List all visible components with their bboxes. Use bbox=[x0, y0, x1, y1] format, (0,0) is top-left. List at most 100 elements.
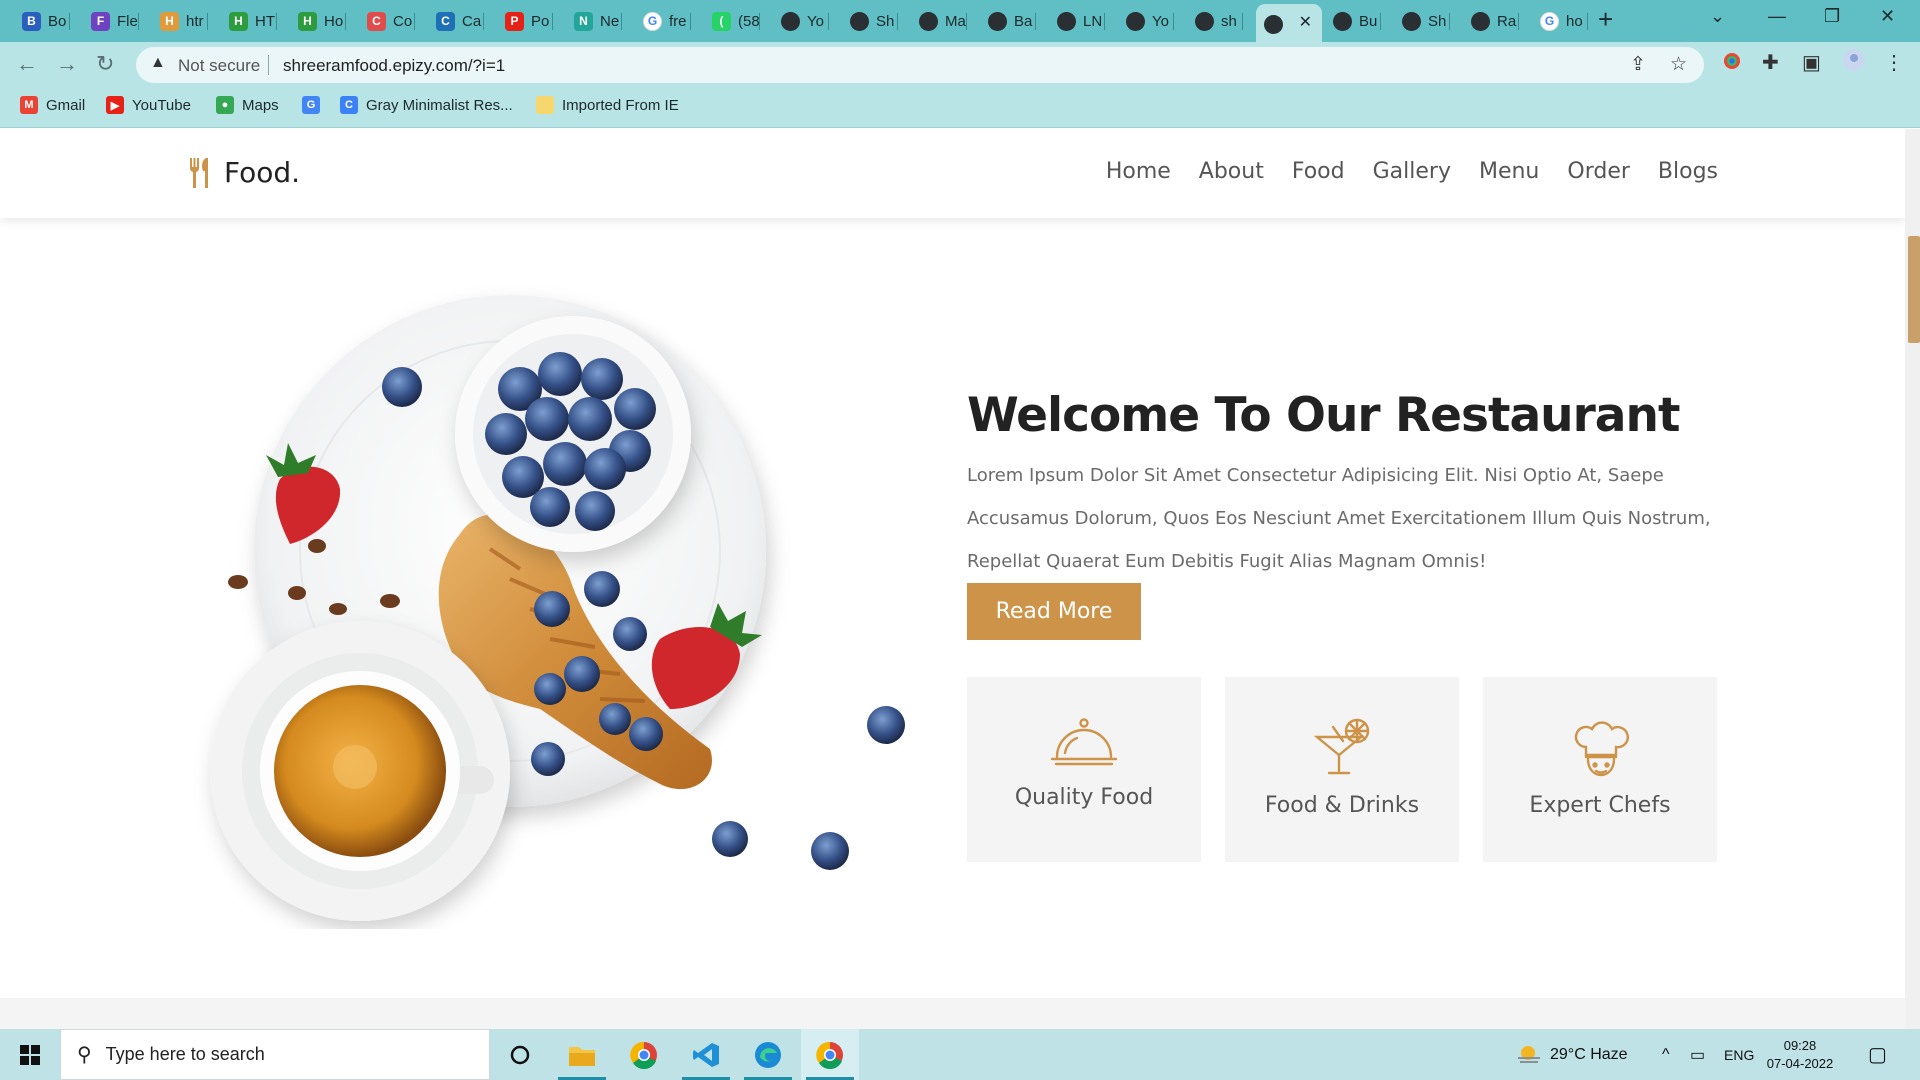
browser-tab[interactable]: Yo bbox=[773, 6, 829, 36]
nav-order[interactable]: Order bbox=[1567, 159, 1630, 184]
nav-gallery[interactable]: Gallery bbox=[1373, 159, 1451, 184]
browser-tab[interactable]: ((58 bbox=[704, 6, 760, 36]
back-icon[interactable]: ← bbox=[16, 51, 38, 77]
browser-tab[interactable]: sh bbox=[1187, 6, 1243, 36]
reload-icon[interactable]: ↻ bbox=[96, 51, 114, 77]
tab-title: htr bbox=[186, 12, 204, 30]
tab-title: Ne bbox=[600, 12, 620, 30]
tab-title: fre bbox=[669, 12, 687, 30]
browser-tab[interactable]: B Bo bbox=[14, 6, 70, 36]
feature-label: Expert Chefs bbox=[1529, 793, 1671, 818]
close-window-button[interactable]: ✕ bbox=[1880, 6, 1895, 27]
tab-separator bbox=[1518, 13, 1519, 30]
tab-title: Sh bbox=[1428, 12, 1447, 30]
taskbar-file-explorer[interactable] bbox=[553, 1029, 611, 1080]
start-button[interactable] bbox=[1, 1029, 59, 1080]
browser-tab[interactable]: Hhtr bbox=[152, 6, 208, 36]
browser-tab[interactable]: Sh bbox=[842, 6, 898, 36]
nav-blogs[interactable]: Blogs bbox=[1658, 159, 1718, 184]
browser-tab[interactable]: H HT bbox=[221, 6, 277, 36]
nav-home[interactable]: Home bbox=[1106, 159, 1171, 184]
main-nav: Home About Food Gallery Menu Order Blogs bbox=[1106, 159, 1718, 184]
browser-tab[interactable]: C Ca bbox=[428, 6, 484, 36]
profile-avatar[interactable] bbox=[1842, 48, 1866, 78]
tab-strip: B Bo F Fle Hhtr H HT H Ho C Co C Ca P Po N Ne Gfre ((58 Yo S… bbox=[0, 0, 1920, 42]
bookmark-item[interactable]: ● Maps bbox=[216, 96, 279, 114]
language-indicator[interactable]: ENG bbox=[1724, 1029, 1754, 1080]
taskbar-chrome[interactable] bbox=[615, 1029, 673, 1080]
new-tab-button[interactable]: + bbox=[1598, 6, 1613, 32]
bookmark-item[interactable]: M Gmail bbox=[20, 96, 85, 114]
nav-about[interactable]: About bbox=[1199, 159, 1264, 184]
address-bar[interactable]: ▲ Not secure shreeramfood.epizy.com/?i=1… bbox=[136, 47, 1704, 83]
taskbar-search[interactable]: ⚲ Type here to search bbox=[60, 1029, 490, 1080]
taskbar-edge[interactable] bbox=[739, 1029, 797, 1080]
browser-tab[interactable]: C Co bbox=[359, 6, 415, 36]
edge-icon bbox=[755, 1041, 781, 1068]
tab-title: Ra bbox=[1497, 12, 1517, 30]
nav-food[interactable]: Food bbox=[1292, 159, 1345, 184]
browser-tab[interactable]: Gfre bbox=[635, 6, 691, 36]
task-view-button[interactable] bbox=[491, 1029, 549, 1080]
read-more-button[interactable]: Read More bbox=[967, 583, 1141, 640]
browser-tab[interactable]: H Ho bbox=[290, 6, 346, 36]
haze-weather-icon bbox=[1518, 1045, 1540, 1063]
browser-tab[interactable]: Ra bbox=[1463, 6, 1519, 36]
youtube-icon: P bbox=[505, 11, 524, 31]
share-icon[interactable]: ⇪ bbox=[1630, 53, 1646, 76]
notifications-icon[interactable]: ▢ bbox=[1868, 1029, 1887, 1080]
tab-search-icon[interactable]: ⌄ bbox=[1710, 6, 1725, 27]
feature-food-drinks[interactable]: Food & Drinks bbox=[1225, 677, 1459, 862]
browser-tab[interactable]: Ba bbox=[980, 6, 1036, 36]
tab-title: ho bbox=[1566, 12, 1583, 30]
side-panel-icon[interactable]: ▣ bbox=[1802, 50, 1821, 75]
browser-tab[interactable]: Yo bbox=[1118, 6, 1174, 36]
nav-menu[interactable]: Menu bbox=[1479, 159, 1539, 184]
bookmark-item[interactable]: Imported From IE bbox=[536, 96, 679, 114]
feature-expert-chefs[interactable]: Expert Chefs bbox=[1483, 677, 1717, 862]
tab-separator bbox=[483, 13, 484, 30]
browser-tab[interactable]: Ma bbox=[911, 6, 967, 36]
scrollbar-thumb[interactable] bbox=[1908, 236, 1920, 343]
security-label[interactable]: Not secure bbox=[178, 56, 260, 76]
menu-kebab-icon[interactable]: ⋮ bbox=[1884, 50, 1904, 75]
browser-tab[interactable]: P Po bbox=[497, 6, 553, 36]
bookmark-label: Imported From IE bbox=[562, 96, 679, 114]
gmail-icon: M bbox=[20, 96, 38, 114]
tab-title: Sh bbox=[876, 12, 895, 30]
tab-title: Ho bbox=[324, 12, 344, 30]
globe-icon bbox=[1333, 11, 1352, 31]
globe-icon bbox=[988, 11, 1007, 31]
browser-tab[interactable]: Bu bbox=[1325, 6, 1381, 36]
browser-tab[interactable]: N Ne bbox=[566, 6, 622, 36]
browser-tab[interactable]: LN bbox=[1049, 6, 1105, 36]
restore-button[interactable]: ❐ bbox=[1824, 6, 1840, 27]
network-icon[interactable]: ▭ bbox=[1690, 1029, 1705, 1080]
warning-icon[interactable]: ▲ bbox=[150, 54, 166, 72]
tab-title: Ma bbox=[945, 12, 966, 30]
folder-icon bbox=[536, 96, 554, 114]
tab-separator bbox=[621, 13, 622, 30]
bookmark-star-icon[interactable]: ☆ bbox=[1670, 53, 1687, 76]
taskbar-chrome-active[interactable] bbox=[801, 1029, 859, 1080]
weather-widget[interactable]: 29°C Haze bbox=[1516, 1029, 1628, 1080]
bookmark-item[interactable]: C Gray Minimalist Res... bbox=[340, 96, 513, 114]
google-icon: G bbox=[643, 11, 662, 31]
clock[interactable]: 09:28 07-04-2022 bbox=[1760, 1029, 1840, 1080]
bookmark-item[interactable]: G bbox=[302, 96, 320, 114]
close-tab-icon[interactable]: ✕ bbox=[1299, 12, 1312, 32]
taskbar-vscode[interactable] bbox=[677, 1029, 735, 1080]
browser-tab[interactable]: Gho bbox=[1532, 6, 1588, 36]
bookmark-item[interactable]: ▶ YouTube bbox=[106, 96, 191, 114]
browser-tab[interactable]: F Fle bbox=[83, 6, 139, 36]
browser-tab-active[interactable]: ✕ bbox=[1256, 4, 1322, 42]
show-hidden-icons[interactable]: ^ bbox=[1662, 1029, 1670, 1080]
site-logo[interactable]: Food. bbox=[188, 156, 300, 189]
forward-icon[interactable]: → bbox=[56, 51, 78, 77]
url-text[interactable]: shreeramfood.epizy.com/?i=1 bbox=[283, 56, 505, 76]
extensions-puzzle-icon[interactable]: ✚ bbox=[1762, 50, 1779, 75]
feature-quality-food[interactable]: Quality Food bbox=[967, 677, 1201, 862]
browser-tab[interactable]: Sh bbox=[1394, 6, 1450, 36]
color-extension-icon[interactable] bbox=[1722, 51, 1742, 77]
minimize-button[interactable]: — bbox=[1768, 6, 1786, 27]
